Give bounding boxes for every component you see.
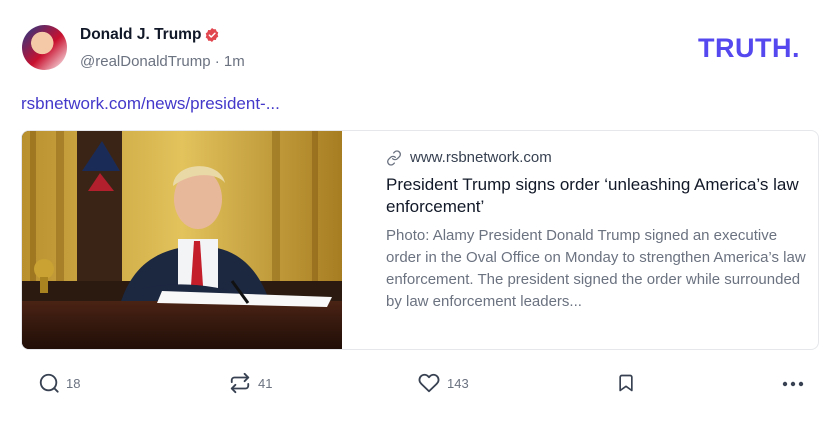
card-source-row: www.rsbnetwork.com xyxy=(386,149,806,166)
card-image[interactable] xyxy=(22,131,342,349)
bookmark-icon xyxy=(619,374,633,392)
retruth-button[interactable]: 41 xyxy=(228,372,272,394)
bookmark-button[interactable] xyxy=(616,372,636,394)
card-title[interactable]: President Trump signs order ‘unleashing … xyxy=(386,174,806,218)
heart-icon xyxy=(418,373,440,393)
post-link[interactable]: rsbnetwork.com/news/president-... xyxy=(21,94,280,114)
author-handle[interactable]: @realDonaldTrump xyxy=(80,53,211,70)
reply-count: 18 xyxy=(66,375,81,391)
verified-badge-icon xyxy=(205,28,219,42)
card-description: Photo: Alamy President Donald Trump sign… xyxy=(386,227,806,310)
post-time[interactable]: 1m xyxy=(224,53,245,70)
truth-logo-text: TRUTH. xyxy=(698,34,800,60)
truth-logo[interactable]: TRUTH. xyxy=(698,34,820,60)
more-options-button[interactable] xyxy=(781,374,805,394)
repost-icon xyxy=(230,372,250,394)
more-dots-icon xyxy=(782,381,804,387)
action-bar: 18 41 143 xyxy=(0,372,840,398)
handle-line: @realDonaldTrump · 1m xyxy=(80,53,245,70)
like-button[interactable]: 143 xyxy=(417,372,469,394)
link-icon xyxy=(387,149,401,166)
preview-photo xyxy=(22,131,342,349)
card-body: www.rsbnetwork.com President Trump signs… xyxy=(386,149,806,313)
author-name[interactable]: Donald J. Trump xyxy=(80,26,201,44)
reply-button[interactable]: 18 xyxy=(38,372,80,394)
comment-icon xyxy=(39,373,59,393)
card-domain: www.rsbnetwork.com xyxy=(410,149,552,166)
retruth-count: 41 xyxy=(258,375,273,391)
like-count: 143 xyxy=(447,375,469,391)
avatar[interactable] xyxy=(22,25,67,70)
link-preview-card[interactable]: www.rsbnetwork.com President Trump signs… xyxy=(21,130,819,350)
separator: · xyxy=(214,53,220,70)
